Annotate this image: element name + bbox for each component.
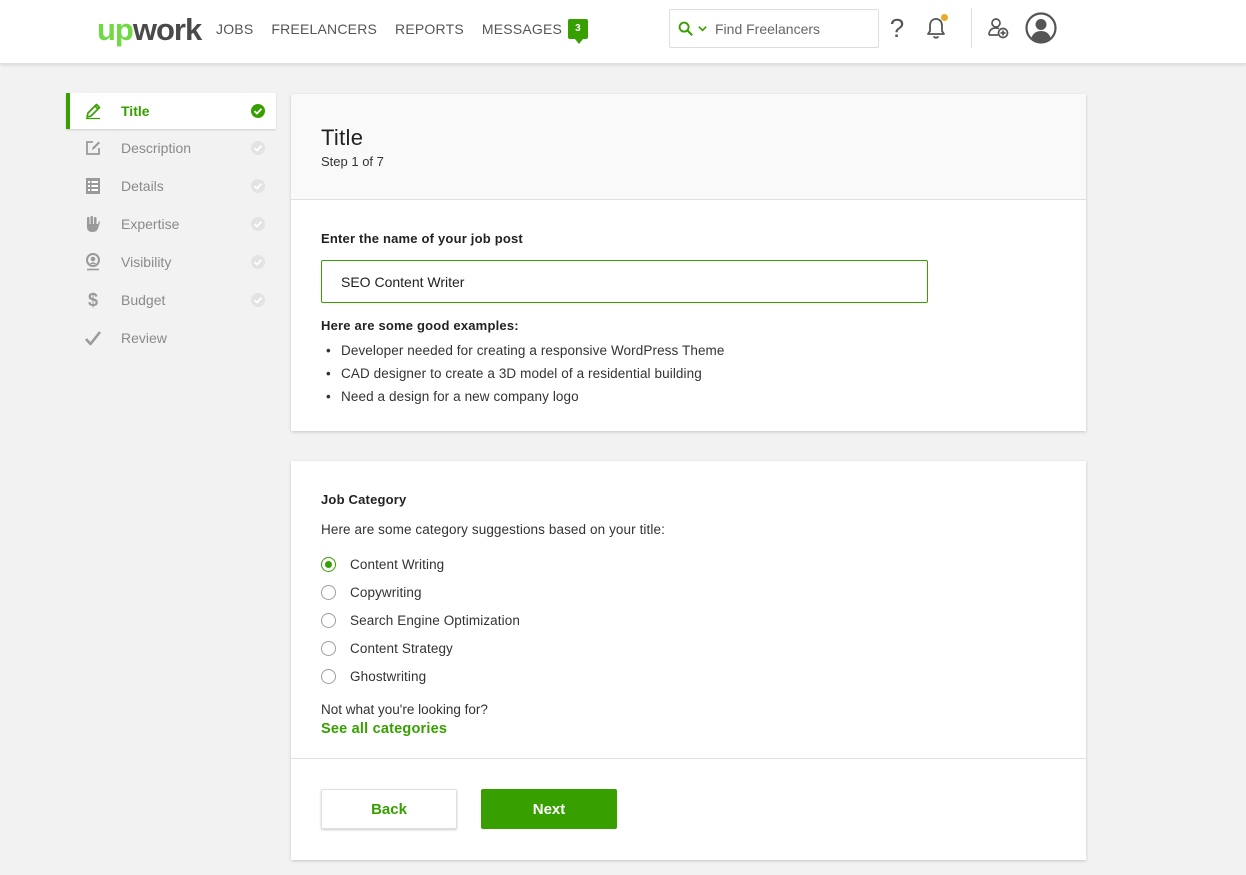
sidebar-item-label: Details (121, 178, 164, 194)
radio-button[interactable] (321, 640, 336, 656)
title-card-header: Title Step 1 of 7 (291, 94, 1086, 200)
pending-check-icon (250, 292, 266, 308)
header-divider (971, 8, 972, 48)
visibility-icon (83, 252, 103, 272)
list-icon (83, 176, 103, 196)
sidebar-item-visibility[interactable]: Visibility (66, 243, 276, 281)
see-all-categories-link[interactable]: See all categories (321, 721, 447, 737)
category-card-body: Job Category Here are some category sugg… (291, 461, 1086, 759)
category-option-ghostwriting[interactable]: Ghostwriting (321, 662, 1056, 690)
help-icon[interactable]: ? (883, 14, 911, 42)
hand-icon (83, 214, 103, 234)
list-item: CAD designer to create a 3D model of a r… (321, 362, 1056, 385)
back-button[interactable]: Back (321, 789, 457, 829)
nav-messages[interactable]: MESSAGES 3 (481, 19, 589, 44)
category-radio-group: Content Writing Copywriting Search Engin… (321, 550, 1056, 690)
next-button[interactable]: Next (481, 789, 617, 829)
title-card: Title Step 1 of 7 Enter the name of your… (291, 94, 1086, 431)
sidebar-item-details[interactable]: Details (66, 167, 276, 205)
category-option-content-writing[interactable]: Content Writing (321, 550, 1056, 578)
radio-button[interactable] (321, 584, 336, 600)
sidebar-item-description[interactable]: Description (66, 129, 276, 167)
pending-check-icon (250, 178, 266, 194)
category-option-seo[interactable]: Search Engine Optimization (321, 606, 1056, 634)
avatar[interactable] (1025, 12, 1057, 44)
notification-dot (941, 14, 948, 21)
category-option-label: Search Engine Optimization (350, 612, 520, 628)
radio-button[interactable] (321, 612, 336, 628)
form-actions: Back Next (291, 759, 1086, 829)
category-option-label: Ghostwriting (350, 668, 427, 684)
sidebar-item-label: Visibility (121, 254, 172, 270)
pending-check-icon (250, 254, 266, 270)
examples-heading: Here are some good examples: (321, 318, 519, 333)
sidebar-item-expertise[interactable]: Expertise (66, 205, 276, 243)
category-option-label: Content Writing (350, 556, 445, 572)
upwork-logo[interactable]: upwork (97, 10, 202, 50)
nav-messages-label: MESSAGES (481, 21, 563, 37)
list-item: Developer needed for creating a responsi… (321, 339, 1056, 362)
nav-freelancers[interactable]: FREELANCERS (271, 21, 377, 37)
radio-button[interactable] (321, 556, 336, 572)
edit-icon (83, 138, 103, 158)
page-title: Title (321, 125, 364, 150)
job-title-input[interactable] (321, 260, 928, 303)
examples-list: Developer needed for creating a responsi… (321, 339, 1056, 408)
chevron-down-icon[interactable] (697, 23, 709, 35)
pencil-icon (83, 101, 103, 121)
messages-count-badge: 3 (568, 19, 589, 44)
nav-jobs[interactable]: JOBS (216, 21, 253, 37)
not-what-text: Not what you're looking for? (321, 702, 488, 717)
category-option-copywriting[interactable]: Copywriting (321, 578, 1056, 606)
sidebar-item-label: Title (121, 103, 150, 119)
main-nav: JOBS FREELANCERS REPORTS MESSAGES 3 (216, 0, 589, 58)
radio-button[interactable] (321, 668, 336, 684)
search-input[interactable] (715, 20, 865, 37)
search-icon[interactable] (678, 21, 694, 37)
sidebar-item-label: Review (121, 330, 167, 346)
category-option-content-strategy[interactable]: Content Strategy (321, 634, 1056, 662)
pending-check-icon (250, 216, 266, 232)
sidebar-item-review[interactable]: Review (66, 319, 276, 357)
category-option-label: Content Strategy (350, 640, 453, 656)
step-sidebar: Title Description Details Expertise Visi… (66, 93, 276, 357)
add-user-icon[interactable] (984, 14, 1012, 42)
category-card: Job Category Here are some category sugg… (291, 461, 1086, 860)
sidebar-item-budget[interactable]: $ Budget (66, 281, 276, 319)
sidebar-item-title[interactable]: Title (66, 93, 276, 129)
job-title-label: Enter the name of your job post (321, 231, 523, 246)
pending-check-icon (250, 140, 266, 156)
title-card-body: Enter the name of your job post Here are… (291, 200, 1086, 408)
nav-reports[interactable]: REPORTS (395, 21, 464, 37)
top-header: upwork JOBS FREELANCERS REPORTS MESSAGES… (0, 0, 1246, 64)
list-item: Need a design for a new company logo (321, 385, 1056, 408)
category-option-label: Copywriting (350, 584, 422, 600)
sidebar-item-label: Expertise (121, 216, 180, 232)
completed-check-icon (250, 103, 266, 119)
notification-bell-icon[interactable] (922, 14, 950, 42)
job-category-heading: Job Category (321, 492, 407, 507)
category-suggestion-text: Here are some category suggestions based… (321, 522, 665, 537)
step-indicator: Step 1 of 7 (321, 154, 384, 169)
search-box (669, 9, 879, 48)
checkmark-icon (83, 328, 103, 348)
sidebar-item-label: Budget (121, 292, 166, 308)
dollar-icon: $ (87, 289, 98, 310)
sidebar-item-label: Description (121, 140, 192, 156)
